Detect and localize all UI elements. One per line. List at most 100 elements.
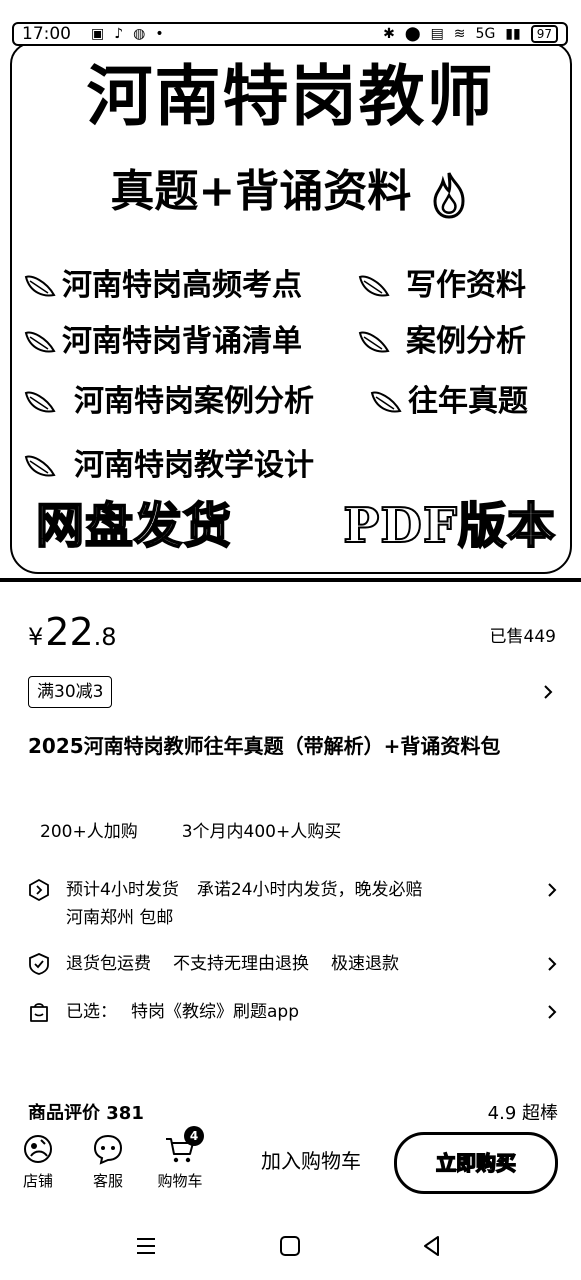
location-icon: ⬤ xyxy=(404,26,421,42)
sold-count: 已售449 xyxy=(489,627,556,647)
chevron-right-icon xyxy=(548,957,557,971)
shipping-info: 预计4小时发货 承诺24小时内发货，晚发必赔 河南郑州 包邮 xyxy=(66,876,536,932)
status-right: ✱ ⬤ ▤ ≋ 5G ▮▮ 97 xyxy=(383,25,558,43)
price-decimal: .8 xyxy=(93,623,117,651)
customer-service-button[interactable]: 客服 xyxy=(78,1132,138,1191)
product-title: 2025河南特岗教师往年真题（带解析）+背诵资料包 xyxy=(28,734,501,758)
store-button[interactable]: 店铺 xyxy=(8,1132,68,1191)
banner-title: 河南特岗教师 xyxy=(86,57,495,135)
add-to-cart-button[interactable]: 加入购物车 xyxy=(246,1130,376,1192)
coupon-row[interactable]: 满30减3 xyxy=(28,674,556,710)
feature-item: 河南特岗背诵清单 xyxy=(22,322,302,362)
feature-label: 河南特岗教学设计 xyxy=(74,448,314,483)
sparkle-icon xyxy=(358,331,390,353)
chevron-right-icon xyxy=(548,883,557,897)
reviews-header[interactable]: 商品评价 381 4.9 超棒 xyxy=(28,1100,558,1120)
feature-item: 案例分析 xyxy=(356,322,526,362)
chevron-right-icon xyxy=(544,685,553,699)
battery-level: 97 xyxy=(536,27,552,41)
buy-now-button[interactable]: 立即购买 xyxy=(394,1132,558,1194)
coupon-tag[interactable]: 满30减3 xyxy=(28,676,113,708)
app-notification-icon: ▣ xyxy=(91,26,105,42)
reviews-title: 商品评价 381 xyxy=(28,1103,144,1120)
cart-count-badge: 4 xyxy=(184,1126,204,1146)
guarantee-item: 不支持无理由退换 xyxy=(173,954,309,974)
battery-icon: 97 xyxy=(530,25,558,43)
guarantee-item: 退货包运费 xyxy=(66,954,151,974)
feature-item: 河南特岗高频考点 xyxy=(22,266,302,306)
sales-stats: 200+人加购 3个月内400+人购买 xyxy=(40,818,341,846)
cart-adds-stat: 200+人加购 xyxy=(40,822,138,842)
bluetooth-icon: ✱ xyxy=(383,26,395,42)
guarantee-item: 极速退款 xyxy=(331,954,399,974)
feature-label: 河南特岗案例分析 xyxy=(74,384,314,419)
signal-icon: ▮▮ xyxy=(505,26,521,42)
status-time: 17:00 xyxy=(22,24,71,44)
chevron-right-icon xyxy=(548,1005,557,1019)
shipping-row[interactable]: 预计4小时发货 承诺24小时内发货，晚发必赔 河南郑州 包邮 xyxy=(28,876,560,932)
banner-footer-left: 网盘发货 xyxy=(35,497,233,555)
music-app-icon: ♪ xyxy=(114,26,124,42)
sparkle-icon xyxy=(24,331,56,353)
service-label: 客服 xyxy=(92,1172,123,1190)
chat-icon xyxy=(93,1134,123,1165)
system-navigation-bar xyxy=(0,1214,581,1280)
wifi-icon: ≋ xyxy=(453,26,466,42)
shipping-origin-line: 河南郑州 包邮 xyxy=(66,904,536,932)
fire-icon xyxy=(433,171,465,219)
feature-label: 河南特岗背诵清单 xyxy=(62,324,302,359)
reviews-rating: 4.9 超棒 xyxy=(487,1103,558,1120)
shipping-estimate: 预计4小时发货 xyxy=(66,880,179,900)
feature-label: 案例分析 xyxy=(406,324,526,359)
dot-icon: • xyxy=(155,26,164,42)
banner-footer-right: PDF版本 xyxy=(342,497,556,555)
feature-label: 写作资料 xyxy=(406,268,526,303)
cart-button[interactable]: 4 购物车 xyxy=(150,1126,210,1191)
buy-now-label: 立即购买 xyxy=(435,1150,517,1176)
status-bar: 17:00 ▣ ♪ ◍ • ✱ ⬤ ▤ ≋ 5G ▮▮ 97 xyxy=(12,22,568,46)
product-image[interactable]: 17:00 ▣ ♪ ◍ • ✱ ⬤ ▤ ≋ 5G ▮▮ 97 河南特岗教师 真题… xyxy=(0,0,581,582)
feature-item: 写作资料 xyxy=(356,266,526,306)
feature-label: 河南特岗高频考点 xyxy=(62,268,302,303)
guarantee-row[interactable]: 退货包运费 不支持无理由退换 极速退款 xyxy=(28,950,560,978)
guarantee-info: 退货包运费 不支持无理由退换 极速退款 xyxy=(66,950,536,978)
price-row: ¥ 22 .8 已售449 xyxy=(28,610,556,654)
selection-label: 已选： xyxy=(66,1002,117,1022)
selection-row[interactable]: 已选： 特岗《教综》刷题app xyxy=(28,998,560,1026)
selection-line: 已选： 特岗《教综》刷题app xyxy=(66,998,536,1026)
guarantee-line: 退货包运费 不支持无理由退换 极速退款 xyxy=(66,950,536,978)
home-icon[interactable] xyxy=(278,1234,302,1258)
banner-footer: 网盘发货 PDF版本 xyxy=(35,496,556,556)
purchases-stat: 3个月内400+人购买 xyxy=(181,822,342,842)
currency-symbol: ¥ xyxy=(28,623,44,651)
shipping-promise: 承诺24小时内发货，晚发必赔 xyxy=(196,880,423,900)
banner-subtitle: 真题+背诵资料 xyxy=(0,162,581,222)
banner-subtitle-text: 真题+背诵资料 xyxy=(110,166,412,217)
sparkle-icon xyxy=(24,275,56,297)
selection-value: 特岗《教综》刷题app xyxy=(131,1002,299,1022)
sparkle-icon xyxy=(358,275,390,297)
sparkle-icon xyxy=(24,455,56,477)
cart-label: 购物车 xyxy=(157,1172,203,1190)
sparkle-icon xyxy=(370,391,402,413)
notification-icons: ▣ ♪ ◍ • xyxy=(91,26,164,42)
shipping-origin: 河南郑州 xyxy=(66,908,134,928)
feature-label: 往年真题 xyxy=(408,384,528,419)
banner-divider xyxy=(0,578,581,582)
feature-item: 河南特岗案例分析 xyxy=(22,382,314,422)
shield-check-icon xyxy=(29,953,49,975)
wechat-icon: ◍ xyxy=(133,26,146,42)
shipping-line: 预计4小时发货 承诺24小时内发货，晚发必赔 xyxy=(66,876,536,904)
back-icon[interactable] xyxy=(420,1234,444,1258)
bag-icon xyxy=(30,1003,48,1022)
feature-item: 往年真题 xyxy=(368,382,528,422)
sparkle-icon xyxy=(24,391,56,413)
selection-info: 已选： 特岗《教综》刷题app xyxy=(66,998,536,1026)
nfc-icon: ▤ xyxy=(430,26,444,42)
store-icon xyxy=(24,1135,52,1163)
shipping-clock-icon xyxy=(29,879,49,901)
menu-icon[interactable] xyxy=(134,1234,158,1258)
free-shipping: 包邮 xyxy=(139,908,174,928)
store-label: 店铺 xyxy=(22,1172,53,1190)
price-integer: 22 xyxy=(45,610,94,654)
